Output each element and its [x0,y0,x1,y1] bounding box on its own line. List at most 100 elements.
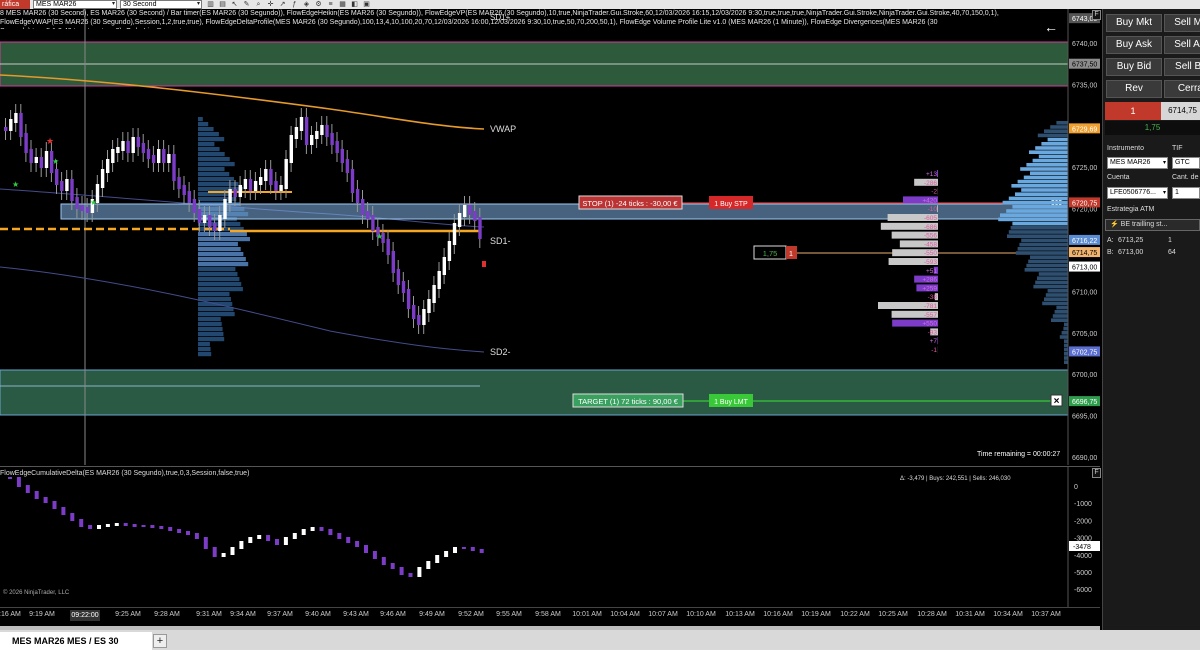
candle-body [264,169,268,181]
buy-bid-button[interactable]: Buy Bid [1106,58,1162,76]
buy-market-button[interactable]: Buy Mkt [1106,14,1162,32]
delta-bar [399,567,404,575]
time-axis-tick: 10:19 AM [801,611,831,618]
target-order-tag-label: 1 Buy LMT [714,399,749,406]
instrument-label: Instrumento [1107,145,1144,152]
tif-select[interactable]: GTC [1172,157,1200,169]
panel-f-button[interactable]: F [1092,468,1101,478]
candle-body [294,127,299,139]
crosshair-icon[interactable]: ✛ [266,0,275,9]
candle-body [350,169,355,193]
candle-body [60,181,64,191]
panel-f-button[interactable]: F [1092,10,1101,20]
volume-profile-bar [198,342,210,347]
delta-bar [275,539,279,545]
session-volume-profile [198,117,250,357]
volume-profile-bar [1061,331,1068,335]
green-star-marker: ★ [376,232,383,241]
candle-body [401,281,406,293]
price-marker-label: 6714,75 [1072,250,1097,257]
delta-bar [203,537,208,549]
candle-body [259,177,263,185]
candle-body [136,137,140,147]
price-chart[interactable]: ★ ★ ★ ★ ★ STOP (1) -24 ticks : -30,00 € … [0,9,1100,465]
volume-profile-bar [998,217,1068,222]
delta-bar [88,525,93,529]
buy-ask-button[interactable]: Buy Ask [1106,36,1162,54]
delta-profile-value: -781 [924,303,937,310]
stop-order-label: STOP (1) -24 ticks : -30,00 € [582,199,678,208]
delta-bar [408,573,413,577]
green-star-marker: ★ [12,180,19,189]
atm-strategy-label: Estrategia ATM [1107,206,1155,213]
chart-trader-icon[interactable]: ◧ [350,0,359,9]
delta-bar [355,541,360,547]
delta-axis-tick: -6000 [1074,587,1092,594]
sell-bid-button[interactable]: Sell Bid [1164,58,1200,76]
delta-bar [61,507,66,515]
candle-body [208,215,212,227]
quantity-input[interactable]: 1 [1172,187,1200,199]
volume-profile-bar [1008,230,1068,234]
add-tab-button[interactable]: + [153,634,167,648]
delta-axis-tick: -2000 [1074,518,1092,525]
pointer-icon[interactable]: ↗ [278,0,287,9]
composite-volume-profile [998,121,1068,364]
delta-bar [132,524,137,527]
chart-app-label: ráfica [0,0,30,9]
delta-profile-value: -556 [924,233,937,240]
back-arrow-icon[interactable]: ← [1044,19,1058,35]
instrument-select[interactable]: MES MAR26 ▾ [1107,157,1168,169]
volume-profile-bar [198,257,246,262]
candle-body [361,199,365,215]
delta-bar [43,497,48,503]
account-select[interactable]: LFE0506776... ▾ [1107,187,1168,199]
time-axis-tick: 10:31 AM [955,611,985,618]
sell-ask-button[interactable]: Sell Ask [1164,36,1200,54]
price-axis-tick: 6725,00 [1072,165,1097,172]
sell-market-button[interactable]: Sell Mkt [1164,14,1200,32]
candle-body [157,149,161,163]
tab-mes-mar26[interactable]: MES MAR26 MES / ES 30 Second [0,632,152,650]
close-position-button[interactable]: Cerrar [1164,80,1200,98]
templates-icon[interactable]: ▦ [338,0,347,9]
bar-chart-icon[interactable]: ▥ [206,0,215,9]
interval-selector[interactable]: 30 Second ▾ [120,0,202,9]
close-target-icon[interactable]: × [1050,394,1063,407]
drawing-tools-icon[interactable]: ✎ [242,0,251,9]
cursor-icon[interactable]: ↖ [230,0,239,9]
properties-icon[interactable]: ⚙ [314,0,323,9]
price-chart-panel[interactable]: ★ ★ ★ ★ ★ STOP (1) -24 ticks : -30,00 € … [0,9,1100,465]
delta-bar [114,523,119,526]
lightning-icon: ⚡ [1110,221,1121,228]
snapshot-icon[interactable]: ▣ [362,0,371,9]
candle-body [432,285,436,303]
candle-body [406,289,411,309]
delta-profile-value: -38 [928,294,938,301]
zoom-icon[interactable]: ⌕ [254,0,263,9]
atm-strategy-select[interactable]: ⚡ BE trailling st... [1105,219,1200,231]
time-axis-tick: 10:16 AM [763,611,793,618]
strategies-icon[interactable]: ◈ [302,0,311,9]
delta-axis[interactable]: 0-1000-2000-3000-4000-5000-6000-3478 [1069,484,1100,594]
delta-bar [159,526,164,529]
data-series-icon[interactable]: ≡ [326,0,335,9]
instrument-selector[interactable]: MES MAR26 ▾ [33,0,117,9]
cumulative-delta-panel[interactable]: 0 -1000 -2000 -3000 -4000 -5000 -6000 -3478 [0,466,1100,608]
cumulative-delta-chart[interactable]: 0-1000-2000-3000-4000-5000-6000-3478 [0,467,1100,608]
delta-bar [25,485,30,493]
price-marker-label: 6737,50 [1072,62,1097,69]
candle-body [422,309,426,325]
price-marker-label: 6720,75 [1072,200,1097,207]
candle-body [55,169,59,185]
candle-body [274,181,278,191]
delta-bar [417,567,422,577]
delta-bar [70,513,75,521]
candle-body [325,125,329,137]
candle-body [447,241,452,261]
candle-body [238,185,242,197]
reverse-button[interactable]: Rev [1106,80,1162,98]
indicators-icon[interactable]: ƒ [290,0,299,9]
chart-style-icon[interactable]: ▤ [218,0,227,9]
candle-body [335,141,339,153]
